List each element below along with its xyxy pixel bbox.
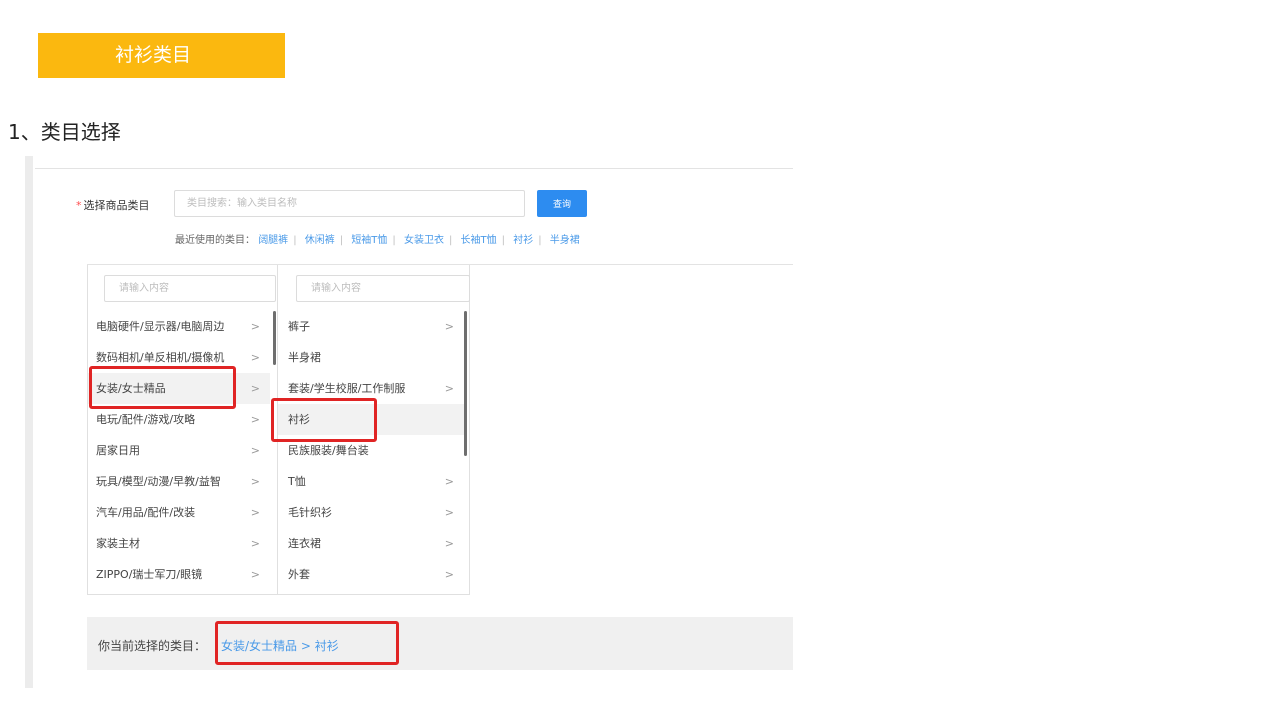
item-label: 套装/学生校服/工作制服 [288, 382, 406, 395]
divider [35, 168, 793, 169]
item-label: 电脑硬件/显示器/电脑周边 [96, 320, 225, 333]
level2-item[interactable]: 连衣裙 > [278, 528, 464, 559]
level2-item[interactable]: 套装/学生校服/工作制服 > [278, 373, 464, 404]
scrollbar-thumb[interactable] [273, 311, 276, 365]
level1-item-selected[interactable]: 女装/女士精品 > [88, 373, 270, 404]
chevron-right-icon: > [444, 382, 454, 395]
recent-category-link[interactable]: 长袖T恤 [461, 235, 497, 246]
level1-item[interactable]: 数码相机/单反相机/摄像机 > [88, 342, 270, 373]
separator: | [339, 235, 344, 246]
level2-item-selected[interactable]: 衬衫 [278, 404, 464, 435]
item-label: 电玩/配件/游戏/攻略 [96, 413, 196, 426]
chevron-right-icon: > [250, 537, 260, 550]
separator: | [392, 235, 396, 246]
chevron-right-icon: > [444, 568, 454, 581]
chevron-right-icon: > [250, 475, 260, 488]
chevron-right-icon: > [250, 413, 260, 426]
level1-item[interactable]: ZIPPO/瑞士军刀/眼镜 > [88, 559, 270, 590]
chevron-right-icon: > [444, 320, 454, 333]
chevron-right-icon: > [444, 537, 454, 550]
level1-item[interactable]: 电脑硬件/显示器/电脑周边 > [88, 311, 270, 342]
level2-item[interactable]: T恤 > [278, 466, 464, 497]
item-label: 汽车/用品/配件/改装 [96, 506, 196, 519]
level2-item[interactable]: 半身裙 [278, 342, 464, 373]
chevron-right-icon: > [250, 506, 260, 519]
level1-item[interactable]: 汽车/用品/配件/改装 > [88, 497, 270, 528]
item-label: ZIPPO/瑞士军刀/眼镜 [96, 568, 203, 581]
item-label: 外套 [288, 568, 310, 581]
item-label: 民族服装/舞台装 [288, 444, 369, 457]
item-label: T恤 [288, 475, 306, 488]
level2-item[interactable]: 裤子 > [278, 311, 464, 342]
level2-item[interactable]: 外套 > [278, 559, 464, 590]
level2-filter-input[interactable] [296, 275, 470, 302]
separator: | [501, 235, 506, 246]
chevron-right-icon: > [250, 568, 260, 581]
query-button[interactable]: 查询 [537, 190, 587, 217]
item-label: 女装/女士精品 [96, 382, 166, 395]
recent-categories: 最近使用的类目： 阔腿裤 | 休闲裤 | 短袖T恤 | 女装卫衣 | 长袖T恤 | 衬衫 |… [175, 231, 580, 246]
required-mark: * [76, 199, 82, 212]
separator: | [293, 235, 297, 246]
chevron-right-icon: > [444, 475, 454, 488]
item-label: 毛针织衫 [288, 506, 332, 519]
level1-item[interactable]: 家装主材 > [88, 528, 270, 559]
item-label: 数码相机/单反相机/摄像机 [96, 351, 225, 364]
recent-category-link[interactable]: 阔腿裤 [258, 235, 288, 246]
level1-item[interactable]: 玩具/模型/动漫/早教/益智 > [88, 466, 270, 497]
chevron-right-icon: > [250, 351, 260, 364]
selection-path: 女装/女士精品 > 衬衫 [221, 639, 339, 653]
chevron-right-icon: > [250, 382, 260, 395]
category-search-input[interactable] [174, 190, 525, 217]
level1-filter-input[interactable] [104, 275, 276, 302]
category-field-label: * 选择商品类目 [76, 197, 150, 213]
level1-item[interactable]: 电玩/配件/游戏/攻略 > [88, 404, 270, 435]
separator: | [538, 235, 542, 246]
separator: | [448, 235, 453, 246]
item-label: 连衣裙 [288, 537, 321, 550]
item-label: 玩具/模型/动漫/早教/益智 [96, 475, 221, 488]
item-label: 半身裙 [288, 351, 321, 364]
category-label-text: 选择商品类目 [83, 199, 150, 212]
section-heading: 1、类目选择 [8, 120, 121, 144]
recent-category-link[interactable]: 女装卫衣 [404, 235, 444, 246]
chevron-right-icon: > [444, 506, 454, 519]
recent-category-link[interactable]: 短袖T恤 [351, 235, 387, 246]
banner-title: 衬衫类目 [115, 44, 192, 66]
selection-label: 你当前选择的类目： [98, 639, 207, 653]
scrollbar-thumb[interactable] [464, 311, 467, 456]
category-column-level1: 电脑硬件/显示器/电脑周边 > 数码相机/单反相机/摄像机 > 女装/女士精品 > 电… [87, 265, 277, 595]
category-banner: 衬衫类目 [38, 33, 285, 78]
recent-label: 最近使用的类目： [175, 235, 255, 246]
item-label: 裤子 [288, 320, 310, 333]
recent-category-link[interactable]: 半身裙 [550, 235, 580, 246]
recent-category-link[interactable]: 衬衫 [513, 235, 533, 246]
item-label: 居家日用 [96, 444, 140, 457]
level1-item[interactable]: 居家日用 > [88, 435, 270, 466]
chevron-right-icon: > [250, 320, 260, 333]
level2-item[interactable]: 民族服装/舞台装 [278, 435, 464, 466]
item-label: 家装主材 [96, 537, 140, 550]
category-column-level2: 裤子 > 半身裙 套装/学生校服/工作制服 > 衬衫 民族服装/舞台装 T恤 > 毛针… [277, 265, 470, 595]
chevron-right-icon: > [250, 444, 260, 457]
item-label: 衬衫 [288, 413, 310, 426]
level2-item[interactable]: 毛针织衫 > [278, 497, 464, 528]
recent-category-link[interactable]: 休闲裤 [305, 235, 335, 246]
